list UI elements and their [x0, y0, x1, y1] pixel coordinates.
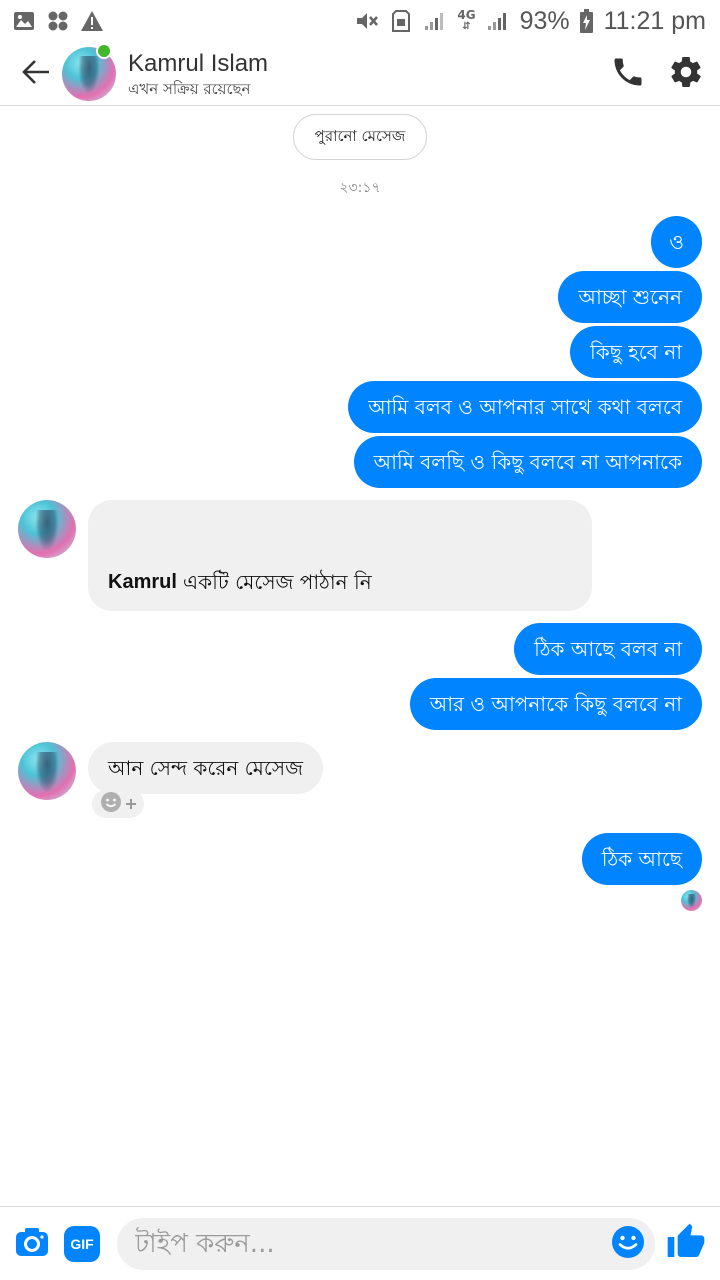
phone-icon: [610, 54, 646, 94]
emoji-reaction-icon: [100, 791, 122, 817]
outgoing-message[interactable]: ঠিক আছে বলব না: [514, 623, 702, 675]
contact-name: Kamrul Islam: [128, 49, 269, 77]
settings-button[interactable]: [666, 54, 706, 94]
sim-icon: [389, 9, 413, 33]
camera-button[interactable]: [12, 1224, 52, 1264]
outgoing-message[interactable]: ঠিক আছে: [581, 833, 702, 885]
message-composer: GIF: [0, 1206, 720, 1280]
network-type-label: 4G ⇵: [457, 8, 476, 32]
like-button[interactable]: [664, 1223, 708, 1265]
back-button[interactable]: [6, 42, 66, 106]
call-button[interactable]: [608, 54, 648, 94]
outgoing-message[interactable]: আচ্ছা শুনেন: [558, 271, 702, 323]
emoji-icon: [611, 1225, 645, 1263]
older-messages-button[interactable]: পুরানো মেসেজ: [293, 114, 427, 160]
unsent-message-text: একটি মেসেজ পাঠান নি: [182, 570, 372, 594]
outgoing-message[interactable]: ও: [651, 216, 702, 268]
image-icon: [12, 9, 36, 33]
battery-icon: [580, 9, 594, 33]
sender-name: Kamrul: [108, 571, 177, 593]
clock: 11:21 pm: [603, 6, 706, 35]
sender-avatar[interactable]: [18, 742, 76, 800]
mute-icon: [355, 9, 379, 33]
emoji-button[interactable]: [611, 1225, 645, 1263]
warning-icon: [80, 9, 104, 33]
back-arrow-icon: [21, 59, 51, 89]
outgoing-message[interactable]: আমি বলছি ও কিছু বলবে না আপনাকে: [353, 436, 702, 488]
battery-percent: 93%: [519, 6, 570, 35]
plus-icon: [125, 795, 137, 814]
online-indicator: [96, 43, 112, 59]
signal-4g-icon: [486, 9, 510, 33]
apps-icon: [46, 9, 70, 33]
sender-avatar[interactable]: [18, 500, 76, 558]
seen-indicator-avatar: [681, 890, 702, 911]
outgoing-message[interactable]: আমি বলব ও আপনার সাথে কথা বলবে: [348, 381, 702, 433]
gif-button[interactable]: GIF: [64, 1226, 100, 1262]
message-input[interactable]: [117, 1218, 587, 1270]
signal-icon: [423, 9, 447, 33]
unsent-message-notice[interactable]: Kamrul একটি মেসেজ পাঠান নি: [88, 500, 592, 611]
message-timestamp: ২৩:১৭: [339, 180, 381, 196]
gear-icon: [668, 54, 704, 94]
status-bar: 4G ⇵ 93% 11:21 pm: [0, 0, 720, 42]
contact-info[interactable]: Kamrul Islam এখন সক্রিয় রয়েছেন: [128, 49, 268, 99]
camera-icon: [14, 1226, 50, 1262]
incoming-message[interactable]: আন সেন্দ করেন মেসেজ: [88, 742, 324, 794]
thumbs-up-icon: [666, 1222, 706, 1266]
gif-icon: GIF: [70, 1236, 94, 1252]
outgoing-message[interactable]: আর ও আপনাকে কিছু বলবে না: [409, 678, 702, 730]
outgoing-message[interactable]: কিছু হবে না: [570, 326, 702, 378]
message-input-container: [117, 1218, 655, 1270]
add-reaction-button[interactable]: [92, 790, 144, 818]
active-status: এখন সক্রিয় রয়েছেন: [128, 79, 251, 98]
